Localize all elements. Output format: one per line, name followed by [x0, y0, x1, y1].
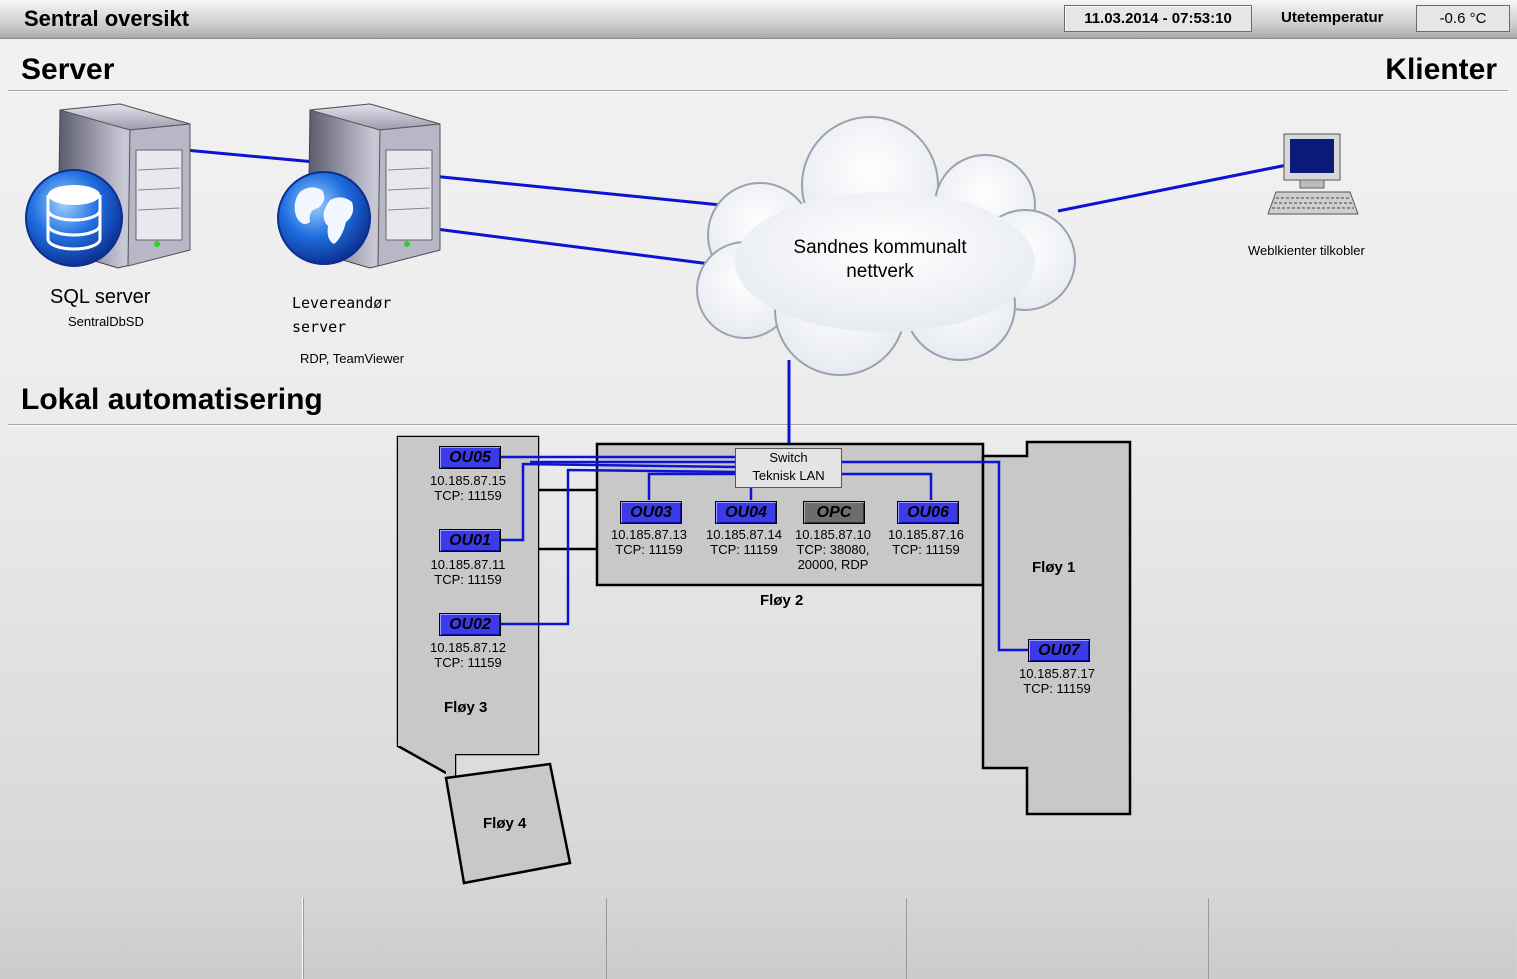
cloud-label-line1: Sandnes kommunalt [793, 237, 967, 258]
unit-ou03-tcp: TCP: 11159 [615, 542, 683, 557]
unit-ou06-tcp: TCP: 11159 [892, 542, 960, 557]
web-client-label: Weblkienter tilkobler [1248, 243, 1365, 258]
unit-ou06-ip: 10.185.87.16 [888, 527, 964, 542]
unit-ou07-info: 10.185.87.17 TCP: 11159 [1002, 666, 1112, 696]
unit-ou06-info: 10.185.87.16 TCP: 11159 [871, 527, 981, 557]
floor-label-floy3: Fløy 3 [444, 699, 488, 716]
floor-label-floy4: Fløy 4 [483, 815, 527, 832]
cloud-label: Sandnes kommunalt nettverk [770, 236, 990, 284]
unit-ou07-ip: 10.185.87.17 [1019, 666, 1095, 681]
vendor-server-subtitle: RDP, TeamViewer [300, 351, 405, 366]
vendor-server-title-2: server [292, 318, 347, 336]
unit-ou02-ip: 10.185.87.12 [430, 640, 506, 655]
nav-button-1[interactable] [0, 898, 303, 979]
web-server-icon [277, 103, 441, 269]
unit-ou06-button[interactable]: OU06 [897, 501, 959, 524]
unit-ou03-info: 10.185.87.13 TCP: 11159 [594, 527, 704, 557]
unit-ou03-button[interactable]: OU03 [620, 501, 682, 524]
unit-ou01-button[interactable]: OU01 [439, 529, 501, 552]
nav-button-4[interactable] [906, 898, 1209, 979]
floor-label-floy2: Fløy 2 [760, 592, 804, 609]
unit-ou05-button[interactable]: OU05 [439, 446, 501, 469]
nav-button-2[interactable] [303, 898, 607, 979]
unit-ou05-tcp: TCP: 11159 [434, 488, 502, 503]
unit-opc-button[interactable]: OPC [803, 501, 865, 524]
unit-ou01-ip: 10.185.87.11 [430, 557, 506, 572]
switch-label-2: Teknisk LAN [752, 468, 825, 483]
cloud-label-line2: nettverk [846, 261, 914, 282]
unit-ou01-tcp: TCP: 11159 [434, 572, 502, 587]
switch-label-1: Switch [769, 450, 808, 465]
switch-box: Switch Teknisk LAN [735, 448, 842, 488]
unit-ou05-ip: 10.185.87.15 [430, 473, 506, 488]
unit-ou07-tcp: TCP: 11159 [1023, 681, 1091, 696]
unit-ou03-ip: 10.185.87.13 [611, 527, 687, 542]
nav-button-3[interactable] [606, 898, 907, 979]
unit-ou04-button[interactable]: OU04 [715, 501, 777, 524]
sql-server-icon [25, 103, 191, 269]
sql-server-subtitle: SentralDbSD [68, 314, 144, 329]
vendor-server-title-1: Levereandør [292, 294, 392, 312]
unit-opc-tcp-2: 20000, RDP [797, 557, 869, 572]
unit-ou02-info: 10.185.87.12 TCP: 11159 [413, 640, 523, 670]
sql-server-title: SQL server [50, 286, 151, 308]
unit-ou02-tcp: TCP: 11159 [434, 655, 502, 670]
unit-ou07-button[interactable]: OU07 [1028, 639, 1090, 662]
unit-ou05-info: 10.185.87.15 TCP: 11159 [413, 473, 523, 503]
unit-ou01-info: 10.185.87.11 TCP: 11159 [413, 557, 523, 587]
unit-ou02-button[interactable]: OU02 [439, 613, 501, 636]
nav-button-5[interactable] [1208, 898, 1516, 979]
floor-label-floy1: Fløy 1 [1032, 559, 1076, 576]
computer-icon [1267, 133, 1359, 215]
network-diagram [25, 103, 1359, 885]
